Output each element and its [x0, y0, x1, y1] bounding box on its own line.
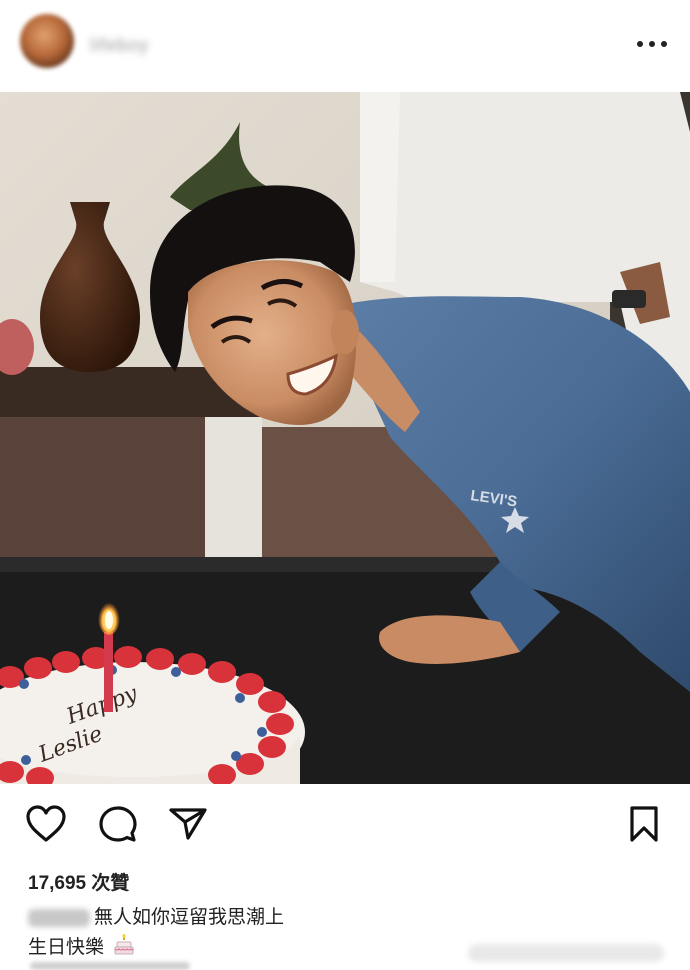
save-button[interactable]	[622, 802, 666, 846]
more-options-button[interactable]	[632, 30, 672, 58]
likes-count[interactable]: 17,695 次贊	[28, 868, 129, 895]
caption-line-1: 無人如你逗留我思潮上	[28, 902, 284, 929]
birthday-cake-icon	[113, 933, 135, 962]
like-button[interactable]	[24, 802, 68, 846]
caption-text-1: 無人如你逗留我思潮上	[94, 907, 285, 928]
post-photo[interactable]: LEVI'S Happy Leslie	[0, 92, 690, 784]
caption-text-2: 生日快樂	[28, 937, 105, 958]
birthday-photo: LEVI'S Happy Leslie	[0, 92, 690, 784]
watermark	[468, 944, 664, 962]
caption-username[interactable]	[28, 908, 90, 927]
post-header: lifeboy	[0, 0, 690, 92]
avatar[interactable]	[20, 14, 74, 68]
send-paper-plane-icon	[169, 808, 207, 840]
more-comments-line[interactable]	[30, 962, 190, 970]
post-actions	[0, 790, 690, 862]
comment-bubble-icon	[99, 806, 137, 842]
share-button[interactable]	[166, 802, 210, 846]
heart-icon	[26, 805, 66, 842]
caption-line-2: 生日快樂	[28, 932, 135, 962]
username[interactable]: lifeboy	[90, 35, 149, 56]
bookmark-icon	[630, 806, 658, 842]
comment-button[interactable]	[96, 802, 140, 846]
more-horizontal-icon	[637, 41, 667, 47]
